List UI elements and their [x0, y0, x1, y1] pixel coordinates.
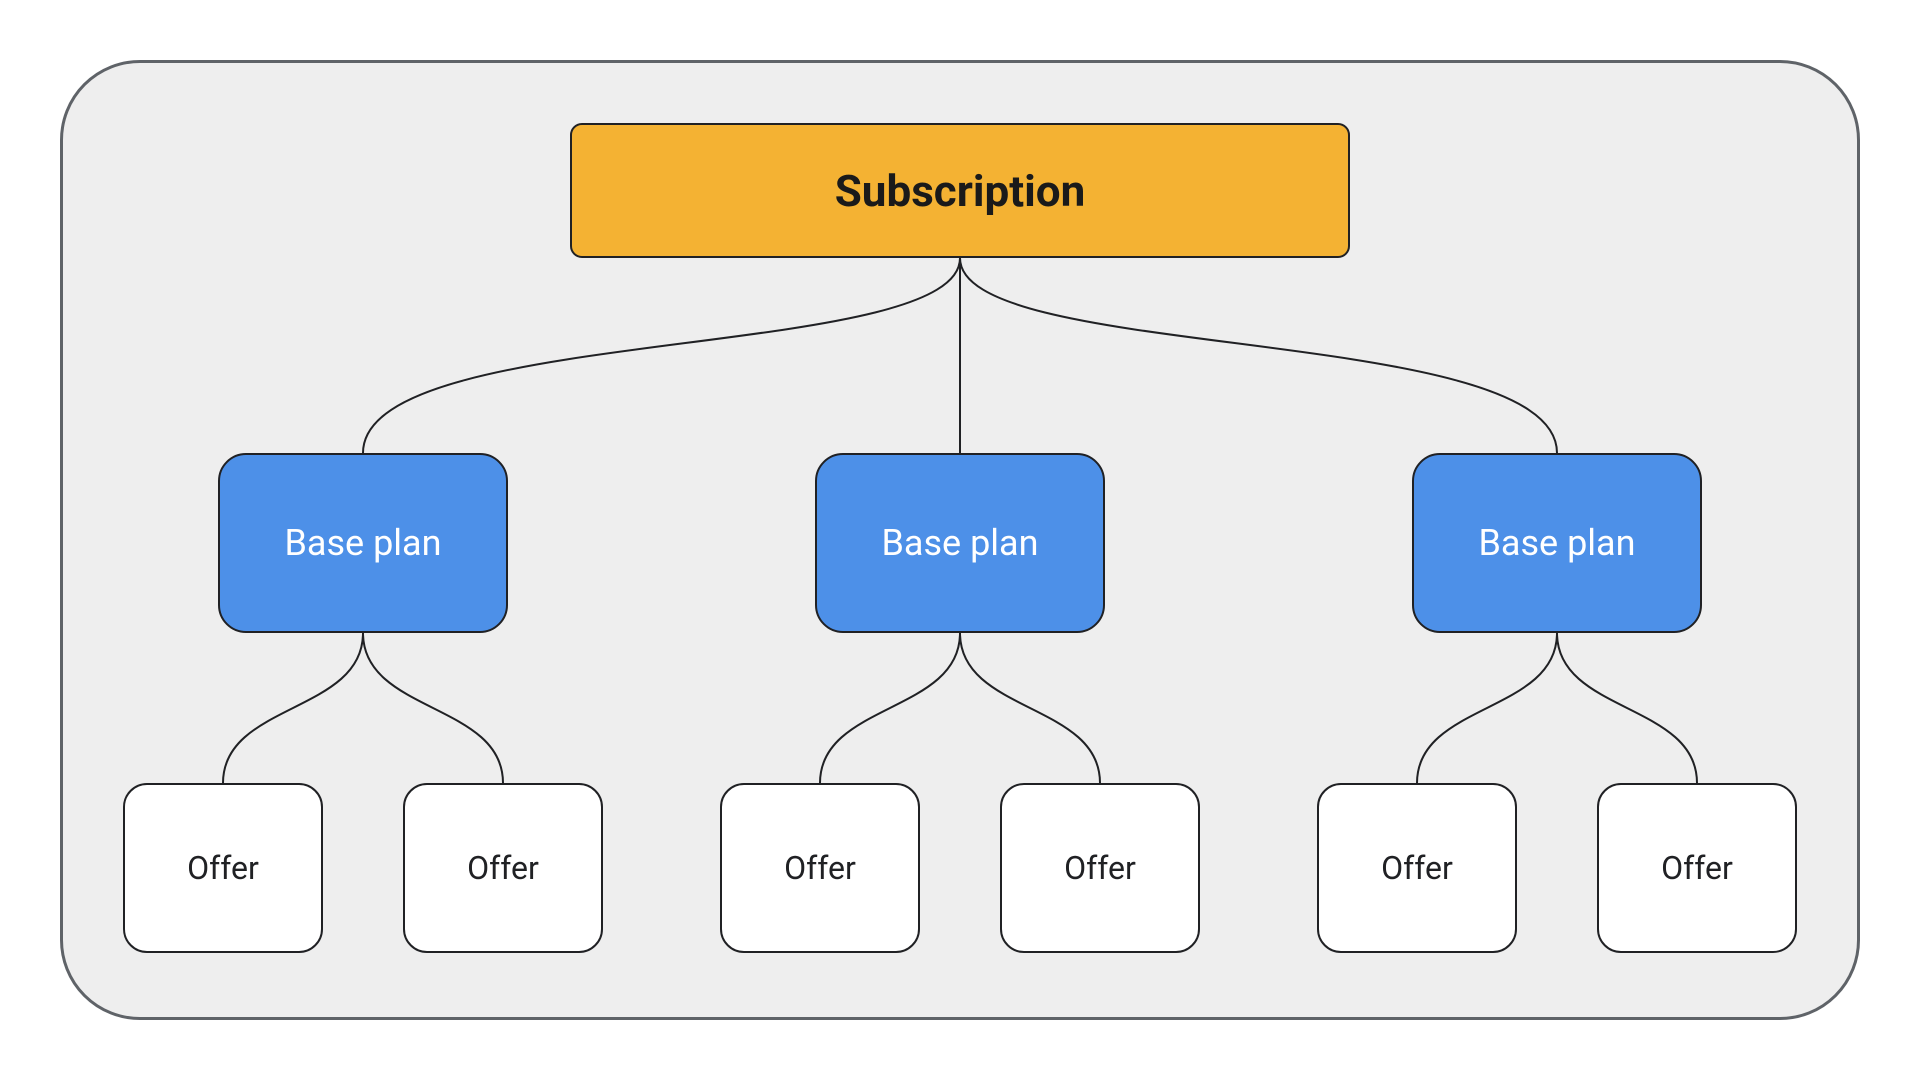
diagram-frame: Subscription Base plan Base plan Base pl…	[60, 60, 1860, 1020]
subscription-node: Subscription	[570, 123, 1350, 258]
offer-node: Offer	[1000, 783, 1200, 953]
offer-label: Offer	[1381, 849, 1453, 887]
offer-label: Offer	[1064, 849, 1136, 887]
offer-node: Offer	[123, 783, 323, 953]
offer-label: Offer	[467, 849, 539, 887]
baseplan-label: Base plan	[1478, 522, 1635, 564]
baseplan-node: Base plan	[815, 453, 1105, 633]
offer-label: Offer	[1661, 849, 1733, 887]
subscription-label: Subscription	[835, 165, 1086, 217]
offer-node: Offer	[1597, 783, 1797, 953]
offer-node: Offer	[403, 783, 603, 953]
baseplan-node: Base plan	[218, 453, 508, 633]
offer-label: Offer	[784, 849, 856, 887]
baseplan-node: Base plan	[1412, 453, 1702, 633]
baseplan-label: Base plan	[881, 522, 1038, 564]
offer-label: Offer	[187, 849, 259, 887]
offer-node: Offer	[720, 783, 920, 953]
baseplan-label: Base plan	[284, 522, 441, 564]
offer-node: Offer	[1317, 783, 1517, 953]
